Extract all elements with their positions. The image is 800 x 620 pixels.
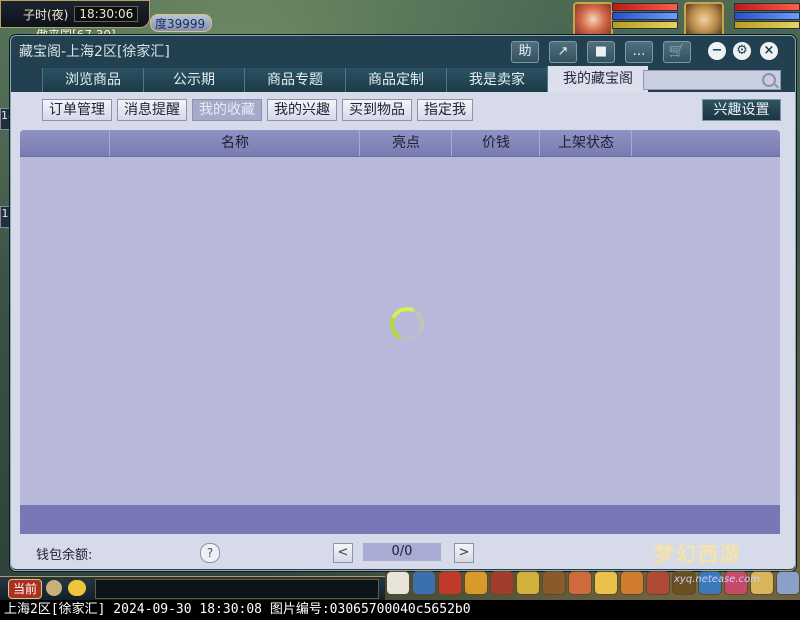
chat-bubble-icon[interactable]: … — [625, 41, 653, 63]
subtab-notifications[interactable]: 消息提醒 — [117, 99, 187, 121]
watermark-logo-icon: 梦幻西游 — [654, 542, 742, 566]
loading-spinner-icon — [385, 302, 429, 346]
clock-period: 子时(夜) — [23, 7, 69, 22]
game-clock: 子时(夜) 18:30:06 — [0, 0, 150, 28]
column-header-filler — [631, 130, 780, 156]
chat-channel-button[interactable]: 当前 — [8, 579, 42, 599]
dialog-titlebar[interactable]: 藏宝阁-上海2区[徐家汇] 助 ↗ ■ … 🛒 − ⚙ × — [11, 36, 795, 66]
column-header-price[interactable]: 价钱 — [451, 130, 540, 156]
tab-custom[interactable]: 商品定制 — [345, 68, 446, 92]
main-tabs: 浏览商品 公示期 商品专题 商品定制 我是卖家 我的藏宝阁 — [42, 66, 648, 92]
money-display: 度39999 — [150, 14, 212, 32]
friends-icon[interactable] — [776, 571, 800, 595]
task-icon[interactable] — [594, 571, 618, 595]
tab-seller[interactable]: 我是卖家 — [446, 68, 547, 92]
pet-icon[interactable] — [386, 571, 410, 595]
screenshot-status-line: 上海2区[徐家汇] 2024-09-30 18:30:08 图片编号:03065… — [0, 600, 800, 620]
subtab-interests[interactable]: 我的兴趣 — [267, 99, 337, 121]
minimize-icon[interactable]: − — [708, 42, 726, 60]
player-status-bars — [734, 2, 800, 30]
sub-tabs: 订单管理 消息提醒 我的收藏 我的兴趣 买到物品 指定我 — [42, 99, 473, 121]
gear-icon[interactable]: ⚙ — [733, 42, 751, 60]
tab-publicity[interactable]: 公示期 — [143, 68, 244, 92]
scroll-icon[interactable] — [516, 571, 540, 595]
gift-icon[interactable] — [464, 571, 488, 595]
watermark: 梦幻西游 xyq.netease.com — [654, 538, 774, 588]
record-icon[interactable]: ■ — [587, 41, 615, 63]
subtab-purchased[interactable]: 买到物品 — [342, 99, 412, 121]
skill-icon[interactable] — [542, 571, 566, 595]
tab-my-pavilion[interactable]: 我的藏宝阁 — [547, 66, 648, 92]
column-header-select — [20, 130, 109, 156]
column-header-highlights[interactable]: 亮点 — [359, 130, 452, 156]
chest-icon[interactable] — [490, 571, 514, 595]
table-footer — [20, 505, 780, 534]
bell-icon[interactable] — [620, 571, 644, 595]
shopping-cart-icon[interactable]: 🛒 — [663, 41, 691, 63]
microphone-icon[interactable] — [46, 580, 62, 596]
prev-page-button[interactable]: < — [333, 543, 353, 563]
sword-icon[interactable] — [412, 571, 436, 595]
next-page-button[interactable]: > — [454, 543, 474, 563]
tab-browse[interactable]: 浏览商品 — [42, 68, 143, 92]
page-indicator: 0/0 — [363, 543, 441, 561]
search-icon[interactable] — [762, 73, 776, 87]
pet-status-bars — [612, 2, 678, 30]
column-header-name[interactable]: 名称 — [109, 130, 360, 156]
watermark-url: xyq.netease.com — [674, 574, 760, 585]
interest-settings-button[interactable]: 兴趣设置 — [702, 99, 781, 121]
chat-bar: 当前 — [0, 576, 385, 601]
subtab-orders[interactable]: 订单管理 — [42, 99, 112, 121]
chat-input[interactable] — [95, 579, 379, 599]
bag-icon[interactable] — [438, 571, 462, 595]
side-number: 1 — [0, 206, 10, 228]
favorites-table: 名称 亮点 价钱 上架状态 — [20, 130, 780, 534]
search-input[interactable] — [643, 70, 781, 90]
wallet-balance-label: 钱包余额: — [36, 548, 93, 563]
team-icon[interactable] — [568, 571, 592, 595]
clock-time: 18:30:06 — [74, 6, 139, 22]
help-button[interactable]: 助 — [511, 41, 539, 63]
subtab-favorites[interactable]: 我的收藏 — [192, 99, 262, 121]
help-icon[interactable]: ? — [200, 543, 220, 563]
dialog-title: 藏宝阁-上海2区[徐家汇] — [19, 44, 170, 60]
share-icon[interactable]: ↗ — [549, 41, 577, 63]
side-number: 18 — [0, 108, 15, 130]
table-header: 名称 亮点 价钱 上架状态 — [20, 130, 780, 157]
treasure-pavilion-dialog: 藏宝阁-上海2区[徐家汇] 助 ↗ ■ … 🛒 − ⚙ × 浏览商品 公示期 商… — [10, 35, 796, 571]
side-quest-tracker: 18 1 — [0, 108, 15, 304]
close-icon[interactable]: × — [760, 42, 778, 60]
emoticon-icon[interactable] — [68, 580, 86, 596]
subtab-assigned[interactable]: 指定我 — [417, 99, 473, 121]
dialog-body: 订单管理 消息提醒 我的收藏 我的兴趣 买到物品 指定我 兴趣设置 名称 亮点 … — [11, 92, 795, 569]
tab-topics[interactable]: 商品专题 — [244, 68, 345, 92]
column-header-listing-status[interactable]: 上架状态 — [539, 130, 632, 156]
